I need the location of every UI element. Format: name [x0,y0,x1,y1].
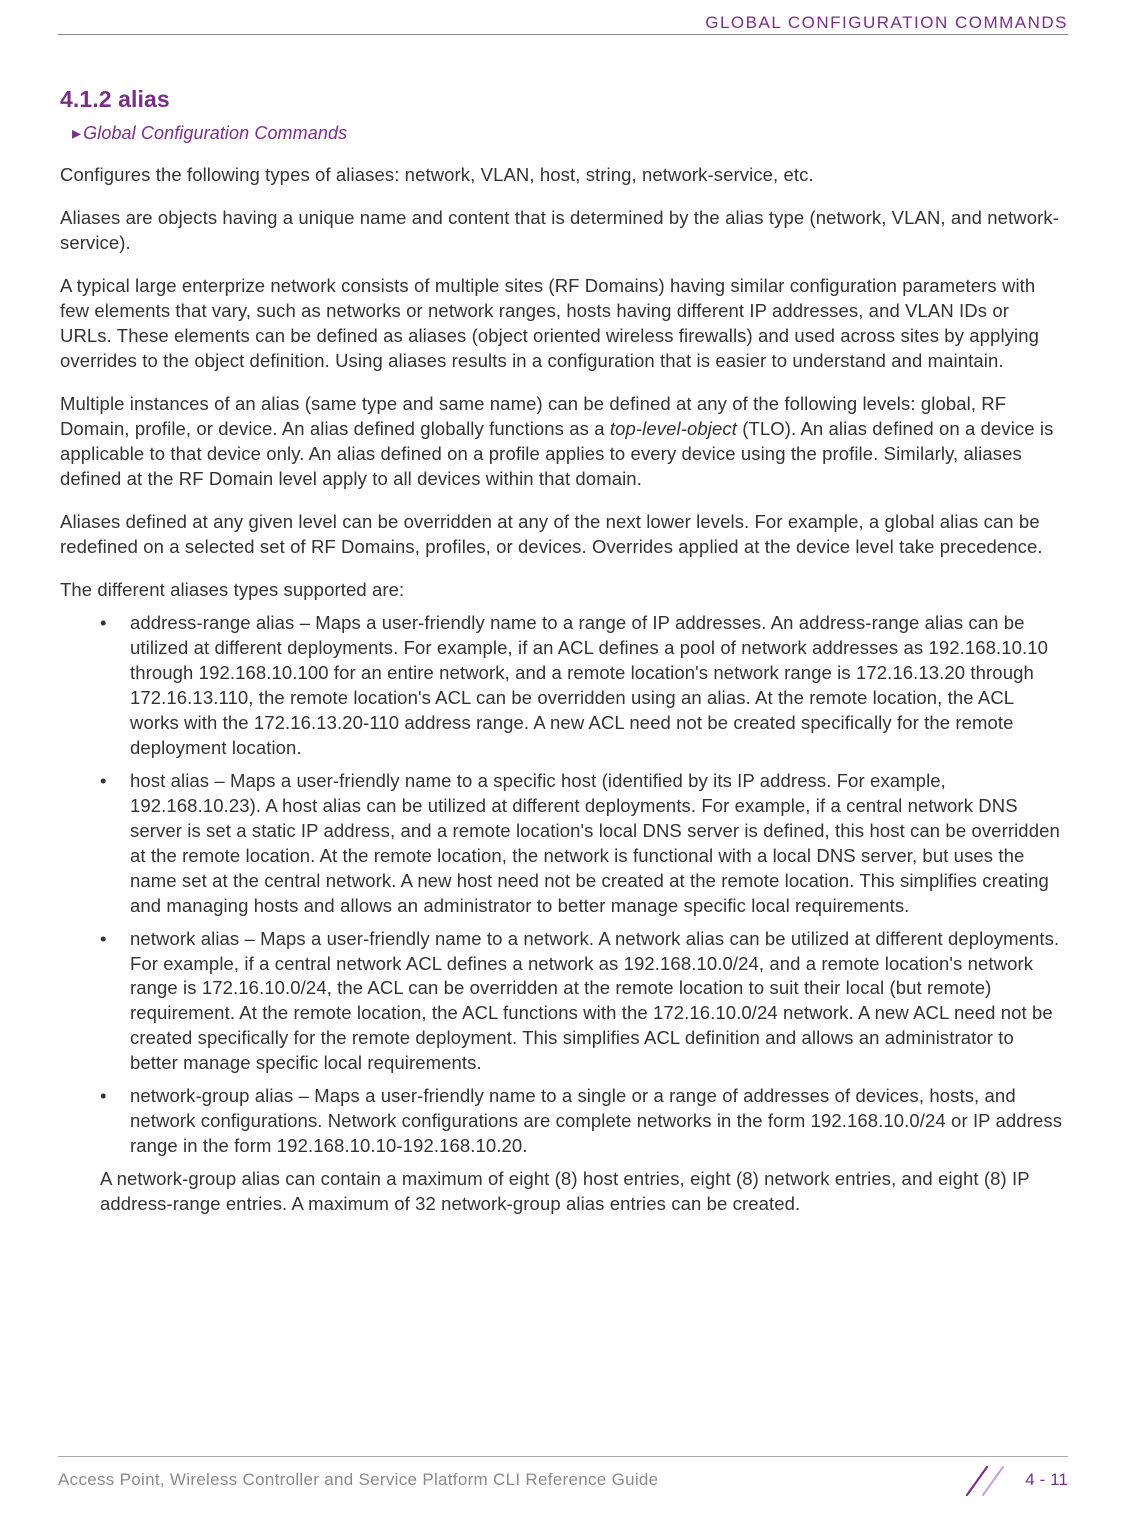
footer-right: 4 - 11 [965,1463,1068,1497]
breadcrumb-arrow-icon: ▸ [72,123,81,143]
page-number: 4 - 11 [1025,1469,1068,1492]
footer-logo-icon [965,1463,1011,1497]
header-divider [58,34,1068,35]
section-title: 4.1.2 alias [60,84,1066,115]
post-list-paragraph: A network-group alias can contain a maxi… [100,1167,1066,1217]
paragraph-6: The different aliases types supported ar… [60,578,1066,603]
tlo-term: top-level-object [610,418,737,439]
list-item: network-group alias – Maps a user-friend… [100,1084,1066,1159]
breadcrumb-text: Global Configuration Commands [83,123,347,143]
paragraph-5: Aliases defined at any given level can b… [60,510,1066,560]
page-footer: Access Point, Wireless Controller and Se… [58,1463,1068,1497]
breadcrumb: ▸Global Configuration Commands [72,121,1066,145]
paragraph-4: Multiple instances of an alias (same typ… [60,392,1066,492]
footer-divider [58,1456,1068,1457]
list-item: host alias – Maps a user-friendly name t… [100,769,1066,919]
footer-guide-title: Access Point, Wireless Controller and Se… [58,1469,658,1492]
paragraph-intro: Configures the following types of aliase… [60,163,1066,188]
content-area: 4.1.2 alias ▸Global Configuration Comman… [60,84,1066,1235]
paragraph-2: Aliases are objects having a unique name… [60,206,1066,256]
paragraph-3: A typical large enterprize network consi… [60,274,1066,374]
page-header-category: GLOBAL CONFIGURATION COMMANDS [58,12,1068,35]
list-item: network alias – Maps a user-friendly nam… [100,927,1066,1077]
alias-types-list: address-range alias – Maps a user-friend… [100,611,1066,1159]
list-item: address-range alias – Maps a user-friend… [100,611,1066,761]
